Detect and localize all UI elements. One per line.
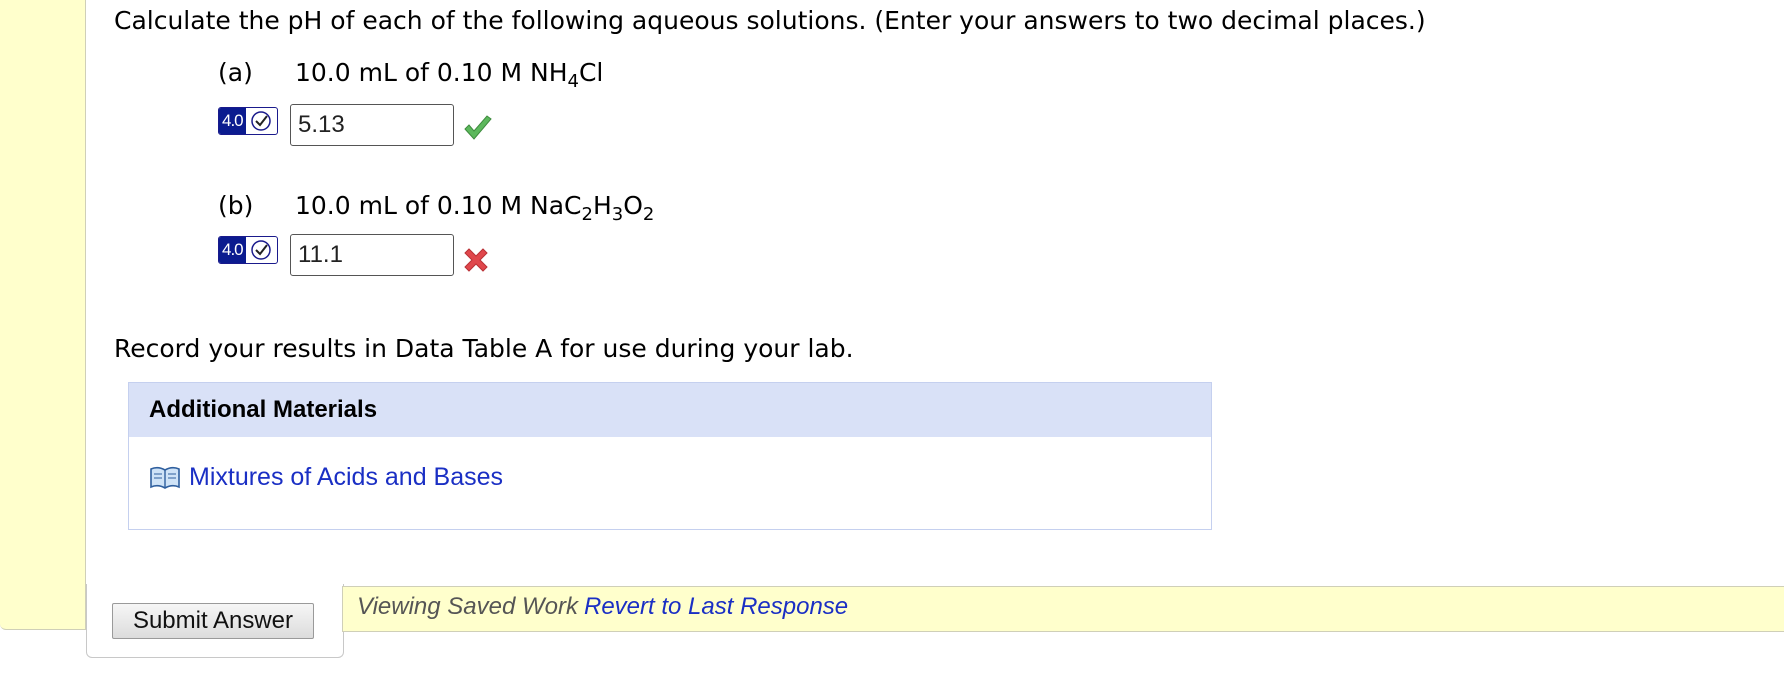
check-icon — [464, 115, 492, 140]
part-a-label: (a) — [218, 58, 253, 87]
part-a-prefix: 10.0 mL of 0.10 M — [295, 58, 531, 87]
part-a-formula: NH4Cl — [530, 58, 604, 92]
viewing-saved-work-text: Viewing Saved Work — [357, 593, 578, 620]
formula-subscript: 3 — [611, 204, 624, 225]
part-b-prefix: 10.0 mL of 0.10 M — [295, 191, 531, 220]
left-margin-panel — [0, 0, 86, 630]
x-icon — [464, 248, 488, 272]
points-value: 4.0 — [219, 108, 246, 134]
part-b-text: 10.0 mL of 0.10 M NaC2H3O2 — [295, 191, 655, 225]
formula-subscript: 4 — [567, 71, 579, 92]
part-b-formula: NaC2H3O2 — [530, 191, 655, 225]
points-badge-b[interactable]: 4.0 — [218, 236, 278, 264]
checkmark-icon — [246, 237, 277, 263]
answer-input-a[interactable] — [290, 104, 454, 146]
additional-materials-box: Additional Materials Mixtures of Acids a… — [128, 382, 1212, 530]
material-link-mixtures[interactable]: Mixtures of Acids and Bases — [189, 463, 503, 492]
additional-materials-header: Additional Materials — [129, 383, 1211, 437]
answer-input-b[interactable] — [290, 234, 454, 276]
points-value: 4.0 — [219, 237, 246, 263]
formula-subscript: 2 — [642, 204, 655, 225]
record-note: Record your results in Data Table A for … — [114, 334, 854, 363]
question-prompt: Calculate the pH of each of the followin… — [114, 6, 1426, 35]
checkmark-icon — [246, 108, 277, 134]
part-a-text: 10.0 mL of 0.10 M NH4Cl — [295, 58, 604, 92]
question-panel — [86, 0, 1784, 660]
points-badge-a[interactable]: 4.0 — [218, 107, 278, 135]
saved-work-bar: Viewing Saved Work Revert to Last Respons… — [342, 586, 1784, 632]
book-icon — [150, 466, 180, 489]
revert-link[interactable]: Revert to Last Response — [584, 593, 848, 620]
part-b-label: (b) — [218, 191, 254, 220]
submit-answer-button[interactable]: Submit Answer — [112, 603, 314, 639]
formula-subscript: 2 — [581, 204, 593, 225]
material-link-row[interactable]: Mixtures of Acids and Bases — [149, 463, 503, 492]
